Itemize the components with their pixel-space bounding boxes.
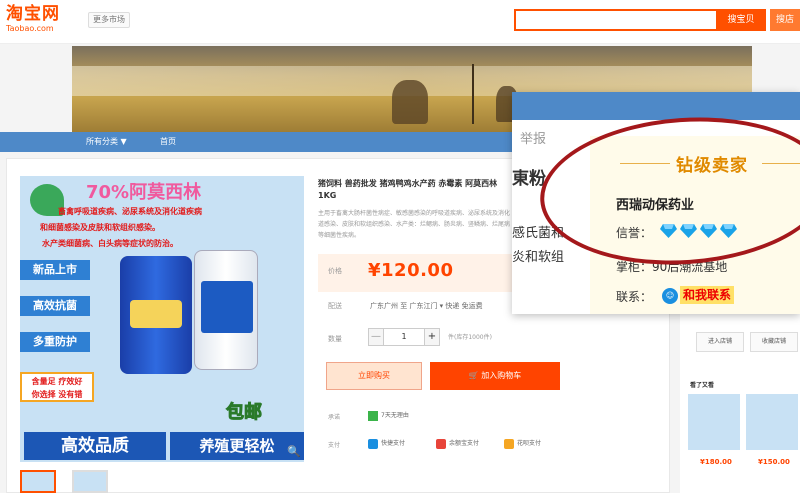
image-tag: 高效抗菌	[20, 296, 90, 316]
logo-domain: Taobao.com	[6, 24, 54, 33]
stock-info: 件(库存1000件)	[448, 334, 492, 341]
thumbnail[interactable]	[72, 470, 108, 493]
search-button[interactable]: 搜宝贝	[716, 9, 766, 31]
add-to-cart-button[interactable]: 🛒 加入购物车	[430, 362, 560, 390]
payment-text: 余额宝支付	[449, 440, 480, 447]
recommended-price: ¥150.00	[758, 458, 790, 466]
more-markets-dropdown[interactable]: 更多市场	[88, 12, 130, 28]
payment-text: 花呗支付	[517, 440, 542, 447]
image-badge: 含量足 疗效好 你选择 没有错	[20, 372, 94, 402]
quantity-decrease-button[interactable]: —	[368, 328, 384, 346]
logo-text: 淘宝网	[6, 4, 60, 24]
follow-store-button[interactable]: 收藏店铺	[750, 332, 798, 352]
recommended-item[interactable]	[746, 394, 798, 450]
nav-all-categories[interactable]: 所有分类 ▼	[86, 132, 127, 152]
image-footer-left: 高效品质	[24, 432, 166, 460]
search-input[interactable]	[514, 9, 718, 31]
search-store-button[interactable]: 搜店	[770, 9, 800, 31]
huabei-icon	[504, 438, 514, 449]
banner-pole	[472, 64, 474, 124]
popup-header-bar	[512, 92, 800, 120]
image-footer-right: 养殖更轻松	[170, 432, 304, 460]
payment-text: 快捷支付	[381, 440, 406, 447]
image-tag: 多重防护	[20, 332, 90, 352]
recommended-item[interactable]	[688, 394, 740, 450]
recommended-price: ¥180.00	[700, 458, 732, 466]
promise-text: 7天无理由	[381, 412, 409, 419]
can-label	[201, 281, 253, 333]
taobao-logo[interactable]: 淘宝网 Taobao.com	[6, 4, 76, 38]
badge-line: 含量足 疗效好	[31, 377, 83, 386]
promise-label: 承诺	[328, 414, 341, 421]
thumbnail[interactable]	[20, 470, 56, 493]
shipping-destination[interactable]: 广东广州 至 广东江门 ▾ 快递 免运费	[370, 301, 483, 311]
payment-method: 快捷支付	[368, 438, 405, 449]
wangwang-icon[interactable]: ☺	[662, 288, 678, 304]
payment-method: 余额宝支付	[436, 438, 479, 449]
price-value: ¥120.00	[368, 260, 454, 281]
shield-icon	[368, 410, 378, 421]
contact-seller-button[interactable]: 和我联系	[680, 286, 735, 304]
report-link[interactable]: 举报	[520, 128, 546, 147]
price-label: 价格	[328, 267, 342, 275]
product-main-image[interactable]: 70%阿莫西林 畜禽呼吸道疾病、泌尿系统及消化道疾病 和细菌感染及皮肤和软组织感…	[20, 176, 304, 462]
zoom-icon[interactable]: 🔍	[286, 444, 302, 460]
payment-method: 花呗支付	[504, 438, 541, 449]
contact-label: 联系：	[616, 290, 653, 304]
product-description: 主用于畜禽大肠杆菌性病症、敏感菌感染的呼吸道疾病、泌尿系统及消化道感染、皮肤和软…	[318, 210, 511, 239]
buy-now-button[interactable]: 立即购买	[326, 362, 422, 390]
price-box: 价格 ¥120.00	[318, 254, 514, 292]
image-claim: 畜禽呼吸道疾病、泌尿系统及消化道疾病	[58, 207, 202, 216]
add-to-cart-label: 加入购物车	[481, 371, 522, 380]
image-tag: 新品上市	[20, 260, 90, 280]
yuebao-icon	[436, 438, 446, 449]
promise-item: 7天无理由	[368, 410, 409, 421]
viewed-also-title: 看了又看	[690, 382, 715, 389]
product-can-white	[194, 250, 258, 370]
alipay-icon	[368, 438, 378, 449]
popup-fragment-title: 東粉	[512, 169, 546, 189]
payment-label: 支付	[328, 442, 341, 449]
quantity-label: 数量	[328, 335, 342, 343]
image-claim: 和细菌感染及皮肤和软组织感染。	[40, 223, 160, 232]
product-title: 猪饲料 兽药批发 猪鸡鸭鸡水产药 赤霉素 阿莫西林 1KG	[318, 179, 498, 200]
quantity-input[interactable]: 1	[383, 328, 425, 346]
image-claim: 水产类细菌病、白头病等症状的防治。	[42, 239, 178, 248]
free-shipping-text: 包邮	[226, 402, 263, 424]
popup-fragment-text: 炎和软组	[512, 250, 565, 265]
nav-home[interactable]: 首页	[160, 132, 176, 152]
product-can-blue	[120, 256, 192, 374]
banner-horse	[392, 80, 428, 124]
badge-line: 你选择 没有错	[31, 390, 83, 399]
quantity-increase-button[interactable]: +	[424, 328, 440, 346]
enter-store-button[interactable]: 进入店铺	[696, 332, 744, 352]
image-headline: 70%阿莫西林	[86, 182, 202, 203]
shipping-label: 配送	[328, 302, 342, 310]
can-label	[130, 300, 182, 328]
